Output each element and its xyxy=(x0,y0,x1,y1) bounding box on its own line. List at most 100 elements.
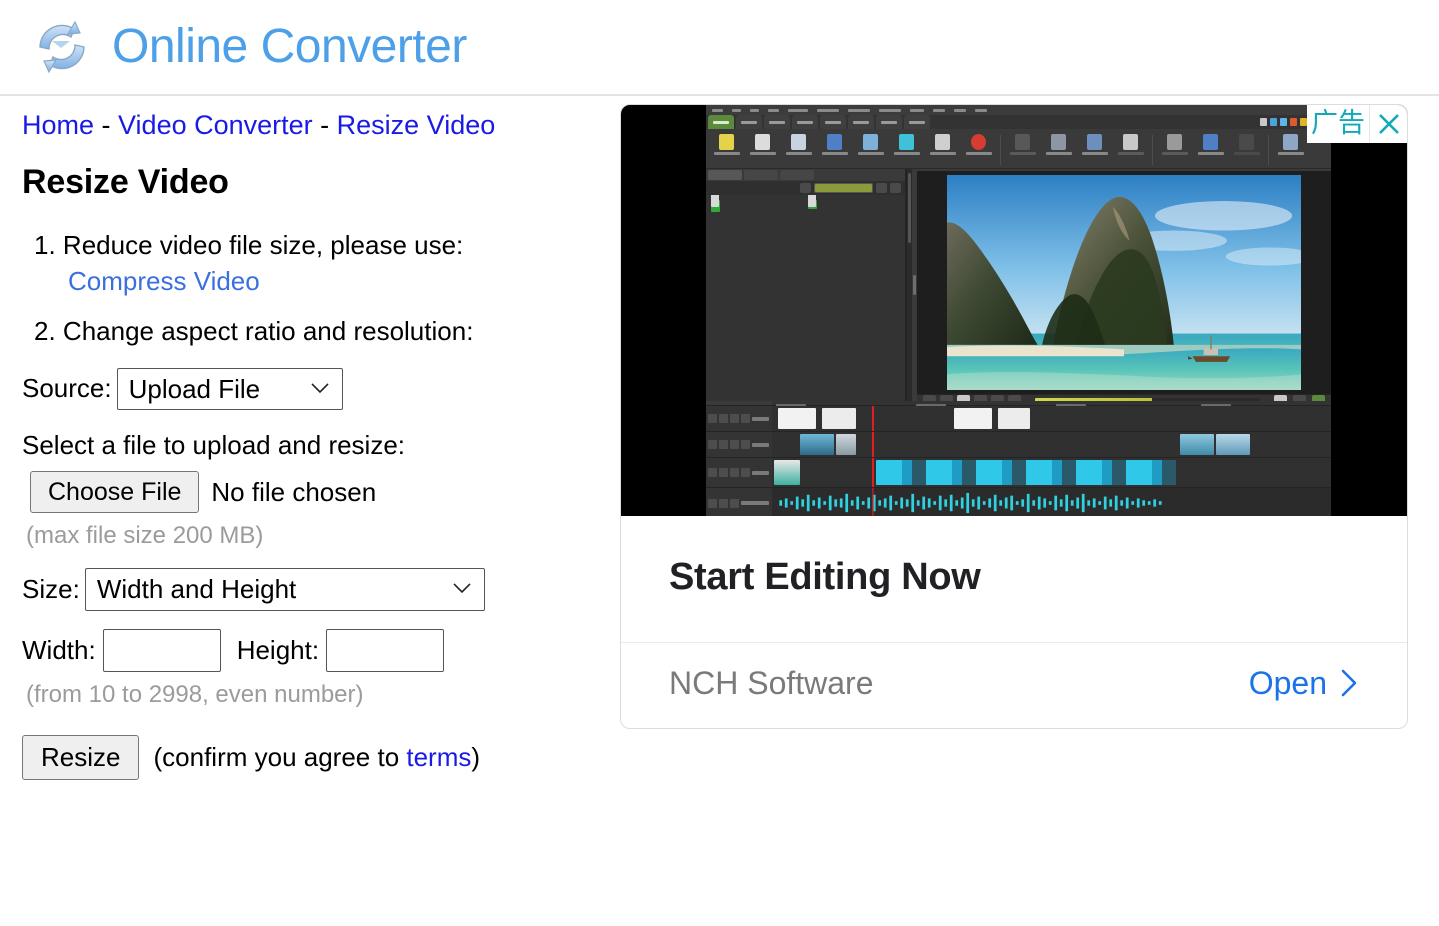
bin-view-grid-icon xyxy=(814,183,873,193)
track-header[interactable] xyxy=(706,458,772,487)
site-logo[interactable]: Online Converter xyxy=(26,11,467,83)
toolbar-add-blank-icon xyxy=(890,132,923,155)
timeline-clip[interactable] xyxy=(954,408,992,429)
breadcrumb-separator: - xyxy=(312,110,337,140)
ribbon-tab-audio xyxy=(820,115,846,129)
timeline-clip-selected[interactable] xyxy=(876,460,1176,485)
track-header[interactable] xyxy=(706,406,772,431)
bin-sort-icon xyxy=(890,183,901,193)
track-lane[interactable] xyxy=(772,488,1331,516)
toolbar-audio-effects-icon xyxy=(1042,132,1075,155)
ad-cta-label: Open xyxy=(1248,664,1327,701)
breadcrumb-link-home[interactable]: Home xyxy=(22,110,94,140)
ad-media[interactable]: 广告 xyxy=(621,105,1407,516)
timeline-clip[interactable] xyxy=(774,460,800,485)
bin-tab-video-files xyxy=(708,170,742,180)
width-input[interactable] xyxy=(102,628,221,672)
toolbar-transitions-icon xyxy=(1078,132,1111,155)
track-lane[interactable] xyxy=(772,406,1331,431)
width-label: Width: xyxy=(22,634,96,665)
ad-close-button[interactable] xyxy=(1369,105,1407,143)
size-select[interactable]: Width and Height xyxy=(84,568,485,611)
timeline-playhead[interactable] xyxy=(872,488,874,516)
step-item-1: 1. Reduce video file size, please use: C… xyxy=(22,228,620,300)
breadcrumb-separator: - xyxy=(94,110,119,140)
toolbar-more-icon xyxy=(1230,132,1263,155)
advertisement-card[interactable]: 广告 Start Editing Now NCH Software Open xyxy=(620,104,1408,729)
file-type-icon xyxy=(808,200,816,207)
toolbar-split-icon xyxy=(1114,132,1147,155)
editor-timeline xyxy=(706,401,1331,516)
ad-footer: NCH Software Open xyxy=(621,643,1407,728)
height-input[interactable] xyxy=(326,628,445,672)
toolbar-export-video-icon xyxy=(782,132,815,155)
height-label: Height: xyxy=(236,634,320,665)
timeline-playhead[interactable] xyxy=(872,458,874,487)
step-2-text: Change aspect ratio and resolution: xyxy=(62,315,474,346)
confirm-suffix: ) xyxy=(471,741,481,772)
ad-advertiser-name: NCH Software xyxy=(669,664,874,701)
toolbar-undo-icon xyxy=(1158,132,1191,155)
toolbar-separator xyxy=(1000,135,1001,165)
ribbon-tab-sequence xyxy=(792,115,818,129)
ribbon-tab-custom xyxy=(904,115,930,129)
source-select[interactable]: Upload File xyxy=(116,367,343,411)
resize-button[interactable]: Resize xyxy=(22,734,140,780)
source-select-wrap: Upload File xyxy=(116,367,343,411)
breadcrumb-link-resize-video[interactable]: Resize Video xyxy=(337,110,496,140)
ad-body: Start Editing Now xyxy=(621,516,1407,643)
confirm-prefix: (confirm you agree to xyxy=(153,741,407,772)
toolbar-add-narration-icon xyxy=(1274,132,1307,155)
bin-view-list-icon xyxy=(800,183,811,193)
dimensions-hint: (from 10 to 2998, even number) xyxy=(26,680,364,708)
terms-link[interactable]: terms xyxy=(406,742,471,772)
step-1-number: 1. xyxy=(34,230,56,260)
toolbar-record-icon xyxy=(962,132,995,155)
ribbon-tab-home xyxy=(736,115,762,129)
track-header[interactable] xyxy=(706,432,772,457)
upload-instruction: Select a file to upload and resize: xyxy=(22,430,406,461)
timeline-clip[interactable] xyxy=(800,434,834,455)
timeline-clip[interactable] xyxy=(836,434,856,455)
timeline-clip[interactable] xyxy=(778,408,816,429)
compress-video-link[interactable]: Compress Video xyxy=(34,264,620,300)
dimensions-row: Width: Height: xyxy=(22,628,620,672)
steps-list: 1. Reduce video file size, please use: C… xyxy=(22,228,620,350)
terms-confirm-text: (confirm you agree to terms) xyxy=(153,742,480,773)
source-label: Source: xyxy=(22,373,112,404)
step-1-text: Reduce video file size, please use: xyxy=(62,230,464,260)
beach-scene-image xyxy=(947,175,1301,391)
ad-label-group: 广告 xyxy=(1307,105,1407,143)
bin-view-detail-icon xyxy=(876,183,887,193)
timeline-clip[interactable] xyxy=(822,408,856,429)
editor-toolbar xyxy=(706,129,1331,169)
track-lane[interactable] xyxy=(772,458,1331,487)
ad-column: 广告 Start Editing Now NCH Software Open xyxy=(620,96,1439,729)
timeline-track-video-1 xyxy=(706,458,1331,488)
timeline-clip[interactable] xyxy=(1180,434,1214,455)
track-lane[interactable] xyxy=(772,432,1331,457)
size-row: Size: Width and Height xyxy=(22,568,620,611)
toolbar-separator xyxy=(1152,135,1153,165)
timeline-clip[interactable] xyxy=(998,408,1030,429)
preview-stage xyxy=(917,171,1331,395)
page-title: Resize Video xyxy=(22,163,229,201)
toolbar-open-icon xyxy=(710,132,743,155)
timeline-clip[interactable] xyxy=(1216,434,1250,455)
brand-name: Online Converter xyxy=(112,20,467,73)
ad-headline: Start Editing Now xyxy=(669,556,981,598)
bin-view-options xyxy=(706,181,905,195)
ad-open-button[interactable]: Open xyxy=(1249,665,1359,702)
bin-tab-audio-files xyxy=(744,170,778,180)
file-input-row: Choose File No file chosen xyxy=(22,471,620,514)
timeline-playhead[interactable] xyxy=(872,406,874,431)
step-2-number: 2. xyxy=(34,315,56,346)
video-editor-screenshot xyxy=(706,105,1331,516)
choose-file-button[interactable]: Choose File xyxy=(30,471,200,514)
ad-badge-label: 广告 xyxy=(1307,105,1369,143)
toolbar-add-text-icon xyxy=(926,132,959,155)
timeline-playhead[interactable] xyxy=(872,432,874,457)
ribbon-tab-file xyxy=(708,115,734,129)
track-header[interactable] xyxy=(706,488,772,516)
breadcrumb-link-video-converter[interactable]: Video Converter xyxy=(118,110,313,140)
